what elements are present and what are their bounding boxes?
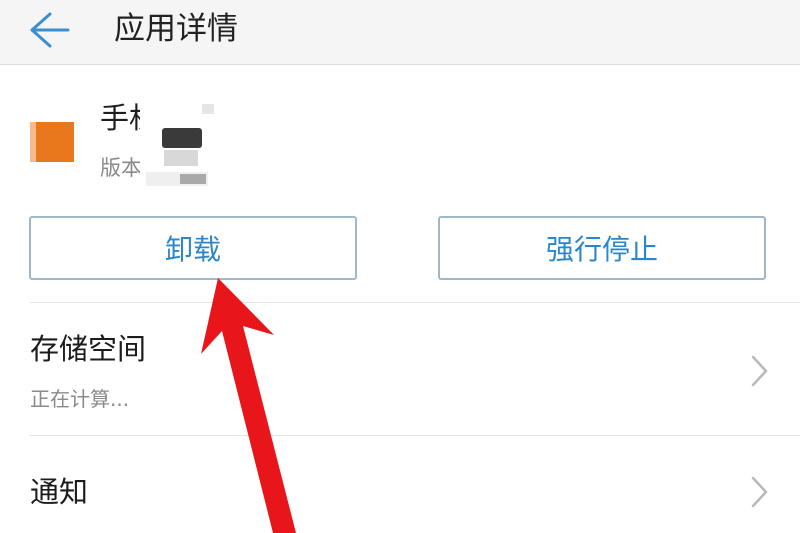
force-stop-button[interactable]: 强行停止 [438, 216, 766, 280]
storage-title: 存储空间 [30, 332, 147, 366]
back-arrow-icon [30, 12, 70, 48]
back-button[interactable] [22, 8, 72, 52]
storage-status: 正在计算... [30, 387, 130, 411]
app-icon [30, 118, 76, 164]
app-version: 版本 [100, 156, 142, 180]
chevron-right-icon [751, 355, 768, 387]
redaction-mask [140, 96, 230, 196]
storage-row[interactable]: 存储空间 正在计算... [0, 303, 800, 435]
chevron-right-icon [751, 476, 768, 508]
notification-title: 通知 [30, 475, 89, 509]
app-bar: 应用详情 [0, 0, 800, 65]
uninstall-button[interactable]: 卸载 [29, 216, 357, 280]
notification-row[interactable]: 通知 [0, 436, 800, 533]
page-title: 应用详情 [114, 11, 238, 47]
